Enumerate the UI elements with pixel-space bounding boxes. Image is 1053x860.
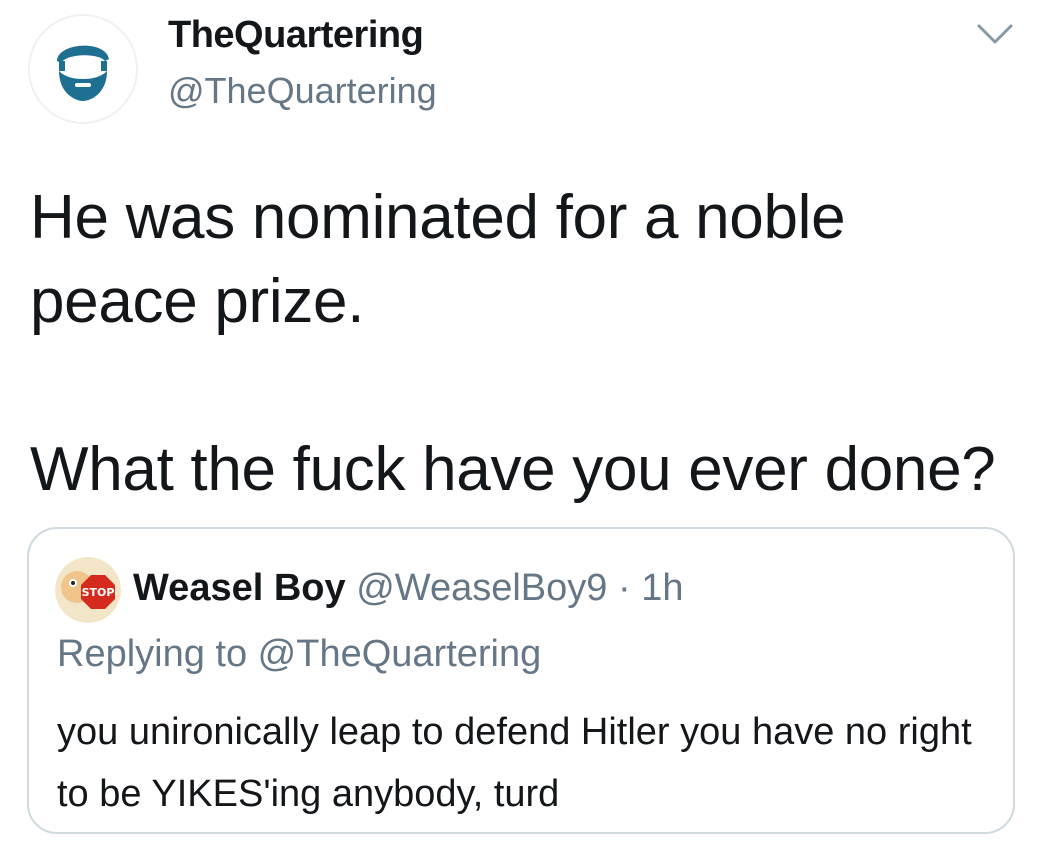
author-avatar[interactable] [28,14,138,124]
quoted-tweet-header: Weasel Boy @WeaselBoy9 · 1h [133,563,683,613]
quoted-tweet-time[interactable]: 1h [641,567,683,609]
tweet-text: He was nominated for a noble peace prize… [30,176,1020,512]
replying-to-label: Replying to @TheQuartering [57,633,542,675]
svg-text:STOP: STOP [82,586,115,599]
quoted-author-handle[interactable]: @WeaselBoy9 [356,567,607,609]
chevron-down-icon[interactable] [975,22,1015,48]
quoted-author-avatar[interactable]: STOP [55,557,121,623]
bearded-man-logo-icon [57,45,109,101]
quoted-author-display-name[interactable]: Weasel Boy [133,567,346,609]
quoted-tweet-text: you unironically leap to defend Hitler y… [57,711,972,815]
tweet-text-line: He was nominated for a noble peace prize… [30,183,846,336]
quoted-tweet-card[interactable]: STOP Weasel Boy @WeaselBoy9 · 1h Replyin… [27,527,1015,834]
author-handle[interactable]: @TheQuartering [168,70,437,112]
tweet-card: TheQuartering @TheQuartering He was nomi… [0,0,1053,860]
stop-sign-avatar-icon: STOP [55,557,121,623]
tweet-text-line: What the fuck have you ever done? [30,435,996,504]
separator-dot: · [617,567,631,609]
author-display-name[interactable]: TheQuartering [168,14,424,57]
